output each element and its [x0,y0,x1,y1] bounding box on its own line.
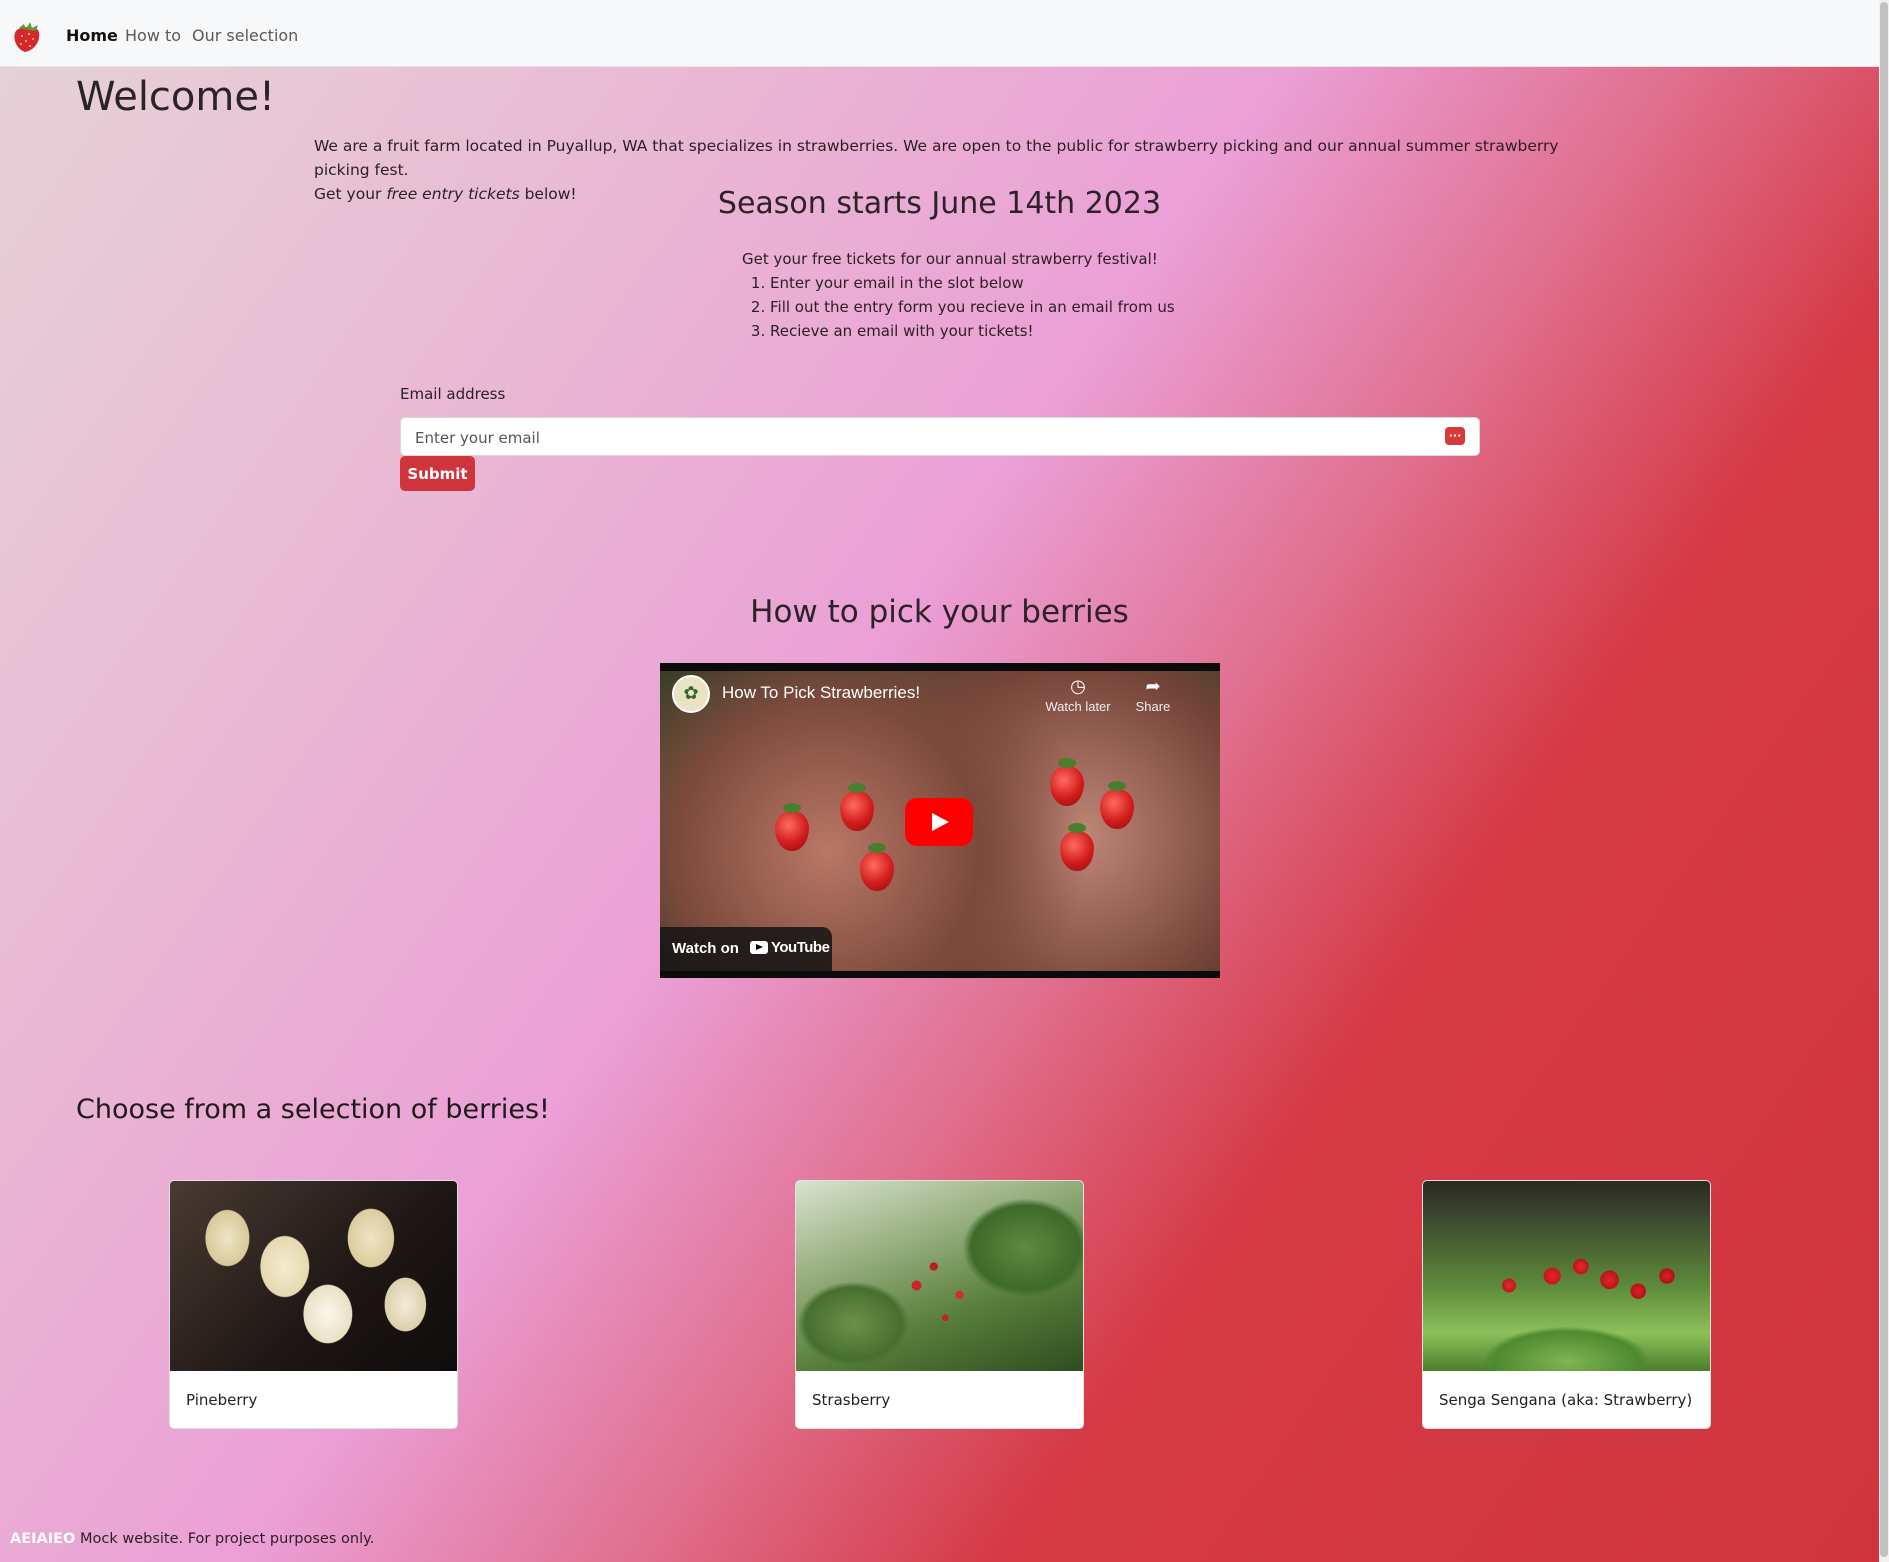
page-scrollbar[interactable] [1879,0,1889,1562]
step-item: Enter your email in the slot below [770,271,1175,295]
howto-heading: How to pick your berries [750,594,1129,630]
strawberry-shape [1060,823,1094,871]
strawberry-shape [840,783,874,831]
video-title[interactable]: How To Pick Strawberries! [722,683,920,703]
step-item: Fill out the entry form you recieve in a… [770,295,1175,319]
watch-later-label: Watch later [1045,699,1111,714]
steps-lead: Get your free tickets for our annual str… [742,250,1158,268]
nav-home-link[interactable]: Home [66,26,118,45]
nav-selection-link[interactable]: Our selection [192,26,298,45]
steps-list: Enter your email in the slot below Fill … [742,271,1175,343]
berry-card-pineberry[interactable]: Pineberry [169,1180,458,1429]
intro-line-1: We are a fruit farm located in Puyallup,… [314,137,1559,179]
card-label: Strasberry [812,1391,891,1409]
card-label: Senga Sengana (aka: Strawberry) [1439,1391,1693,1409]
footer: AEIAIEO Mock website. For project purpos… [10,1531,374,1547]
strawberry-shape [775,803,809,851]
scrollbar-thumb[interactable] [1880,2,1888,1557]
email-field-wrapper: ··· [400,417,1480,457]
top-navbar: Home How to Our selection [0,0,1879,67]
email-input[interactable] [413,418,1417,457]
welcome-heading: Welcome! [76,74,276,120]
submit-button[interactable]: Submit [400,456,475,491]
pineberry-image [170,1181,457,1371]
strawberry-shape [860,843,894,891]
season-heading: Season starts June 14th 2023 [717,186,1162,221]
watch-later-button[interactable]: ◷ Watch later [1043,675,1113,714]
play-button-icon[interactable] [905,798,973,846]
step-item: Recieve an email with your tickets! [770,319,1175,343]
strawberry-shape [1050,758,1084,806]
share-label: Share [1135,699,1171,714]
watch-on-youtube-link[interactable]: Watch on YouTube [660,927,832,971]
berry-card-senga-sengana[interactable]: Senga Sengana (aka: Strawberry) [1422,1180,1711,1429]
ticket-steps: Get your free tickets for our annual str… [742,247,1175,343]
senga-sengana-image [1423,1181,1710,1371]
clock-icon: ◷ [1070,676,1086,696]
footer-text: Mock website. For project purposes only. [79,1531,375,1547]
strawberry-logo-icon[interactable] [10,18,44,54]
share-icon: ➦ [1145,676,1161,696]
card-label: Pineberry [186,1391,258,1409]
channel-avatar-icon[interactable]: ✿ [672,675,710,713]
strawberry-shape [1100,781,1134,829]
youtube-video-embed[interactable]: ✿ How To Pick Strawberries! ◷ Watch late… [660,663,1220,978]
youtube-logo-icon [750,941,768,954]
watch-on-label: Watch on [672,940,739,957]
youtube-wordmark: YouTube [771,939,830,956]
selection-heading: Choose from a selection of berries! [76,1094,550,1125]
strasberry-image [796,1181,1083,1371]
share-button[interactable]: ➦ Share [1118,675,1188,714]
password-manager-icon[interactable]: ··· [1445,427,1465,445]
footer-brand: AEIAIEO [10,1531,76,1547]
nav-howto-link[interactable]: How to [125,26,181,45]
berry-card-strasberry[interactable]: Strasberry [795,1180,1084,1429]
email-label: Email address [400,385,506,403]
